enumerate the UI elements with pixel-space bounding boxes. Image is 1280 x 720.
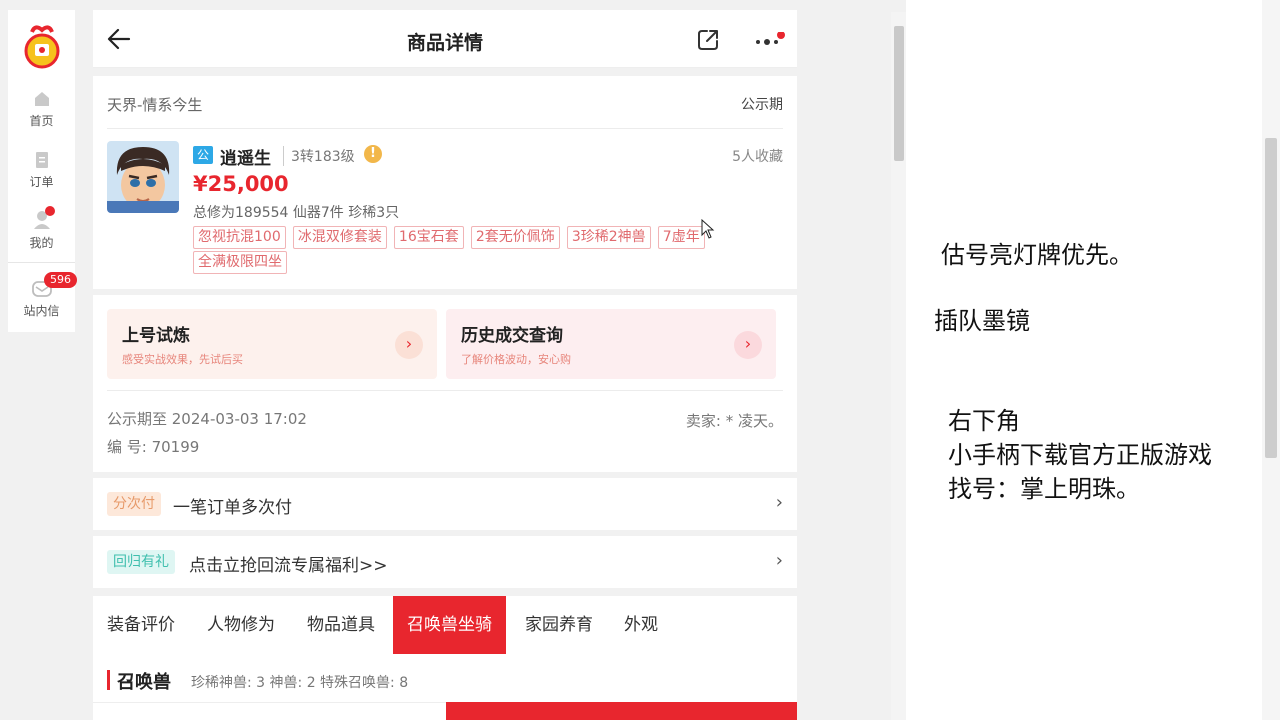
product-id: 编 号: 70199 — [107, 438, 200, 456]
warning-icon[interactable]: ! — [364, 145, 382, 163]
nav-item-orders[interactable]: 订单 — [8, 151, 75, 190]
notification-dot — [45, 206, 55, 216]
row-text: 一笔订单多次付 — [173, 498, 292, 518]
price: ¥25,000 — [193, 172, 289, 196]
feature-tag: 忽视抗混100 — [193, 226, 286, 249]
tab-home[interactable]: 家园养育 — [511, 596, 607, 654]
nav-item-label: 我的 — [29, 236, 54, 250]
chevron-right-icon: › — [734, 331, 762, 359]
mouse-cursor-icon — [701, 219, 715, 239]
history-promo-button[interactable]: 历史成交查询 了解价格波动，安心购 › — [446, 309, 776, 379]
server-name: 天界-情系今生 — [107, 96, 203, 114]
tab-summons[interactable]: 召唤兽坐骑 — [393, 596, 506, 654]
character-avatar[interactable] — [107, 141, 179, 213]
product-card: 天界-情系今生 公示期 公 逍遥生 3转183级 ! 5人收藏 ¥25,000 … — [93, 76, 797, 289]
return-gift-chip: 回归有礼 — [107, 550, 175, 574]
app-logo-icon[interactable] — [20, 24, 64, 70]
feature-tag: 冰混双修套装 — [292, 226, 387, 249]
feature-tag: 2套无价佩饰 — [470, 226, 560, 249]
trial-promo-button[interactable]: 上号试炼 感受实战效果，先试后买 › — [107, 309, 437, 379]
public-period: 公示期至 2024-03-03 17:02 — [107, 410, 307, 428]
section-title: 召唤兽 — [117, 672, 171, 693]
role-name: 逍遥生 — [220, 149, 271, 169]
nav-item-home[interactable]: 首页 — [8, 90, 75, 129]
summon-counts: 珍稀神兽: 3 神兽: 2 特殊召唤兽: 8 — [191, 675, 409, 691]
note-line: 插队墨镜 — [934, 307, 1030, 335]
chevron-right-icon: › — [775, 492, 783, 513]
note-line: 右下角 — [948, 407, 1020, 435]
tab-equipment[interactable]: 装备评价 — [93, 596, 189, 654]
favorite-count: 5人收藏 — [732, 149, 783, 165]
message-count-badge: 596 — [44, 272, 77, 288]
detail-tabs: 装备评价 人物修为 物品道具 召唤兽坐骑 家园养育 外观 — [93, 596, 797, 654]
notes-scrollbar-thumb[interactable] — [1265, 138, 1277, 458]
role-level: 3转183级 — [283, 146, 355, 166]
page-scrollbar-thumb[interactable] — [894, 26, 904, 161]
promo-subtitle: 感受实战效果，先试后买 — [122, 353, 243, 366]
more-options-icon[interactable] — [753, 32, 787, 50]
nav-divider — [8, 262, 75, 263]
tab-items[interactable]: 物品道具 — [293, 596, 389, 654]
nav-item-label: 订单 — [29, 175, 54, 189]
status-label: 公示期 — [741, 97, 783, 113]
feature-tag: 3珍稀2神兽 — [566, 226, 651, 249]
promo-subtitle: 了解价格波动，安心购 — [461, 353, 571, 366]
tag-list: 忽视抗混100 冰混双修套装 16宝石套 2套无价佩饰 3珍稀2神兽 7虚年 全… — [193, 226, 773, 276]
tab-appearance[interactable]: 外观 — [610, 596, 672, 654]
page-title: 商品详情 — [406, 32, 483, 54]
chevron-right-icon: › — [395, 331, 423, 359]
feature-tag: 16宝石套 — [393, 226, 464, 249]
note-line: 小手柄下载官方正版游戏 — [948, 441, 1212, 469]
nav-item-label: 首页 — [29, 114, 54, 128]
divider — [93, 702, 446, 703]
feature-tag: 全满极限四坐 — [193, 251, 287, 274]
product-stats: 总修为189554 仙器7件 珍稀3只 — [193, 205, 400, 221]
nav-item-label: 站内信 — [23, 304, 60, 318]
active-subtab[interactable] — [446, 702, 797, 720]
chevron-right-icon: › — [775, 550, 783, 571]
section-accent — [107, 670, 110, 690]
tab-cultivation[interactable]: 人物修为 — [193, 596, 289, 654]
home-icon — [34, 92, 49, 106]
divider — [107, 128, 783, 129]
share-icon[interactable] — [696, 28, 720, 52]
seller-name: 卖家: * 凌天。 — [685, 412, 783, 430]
promo-info-card: 上号试炼 感受实战效果，先试后买 › 历史成交查询 了解价格波动，安心购 › 公… — [93, 295, 797, 472]
divider — [107, 390, 783, 391]
page-header: 商品详情 — [93, 10, 797, 68]
note-line: 找号：掌上明珠。 — [948, 475, 1140, 503]
summon-section: 召唤兽 珍稀神兽: 3 神兽: 2 特殊召唤兽: 8 — [93, 654, 797, 720]
installment-row[interactable]: 分次付 一笔订单多次付 › — [93, 478, 797, 530]
return-gift-row[interactable]: 回归有礼 点击立抢回流专属福利>> › — [93, 536, 797, 588]
public-badge: 公 — [193, 146, 213, 164]
installment-chip: 分次付 — [107, 492, 161, 516]
feature-tag: 7虚年 — [657, 226, 705, 249]
order-icon — [35, 152, 48, 168]
left-nav: 首页 订单 我的 站内信 596 — [8, 10, 77, 332]
promo-title: 历史成交查询 — [461, 326, 563, 346]
promo-title: 上号试炼 — [122, 326, 190, 346]
note-line: 估号亮灯牌优先。 — [941, 241, 1133, 269]
nav-item-mine[interactable]: 我的 — [8, 210, 75, 251]
row-text: 点击立抢回流专属福利>> — [189, 556, 388, 576]
